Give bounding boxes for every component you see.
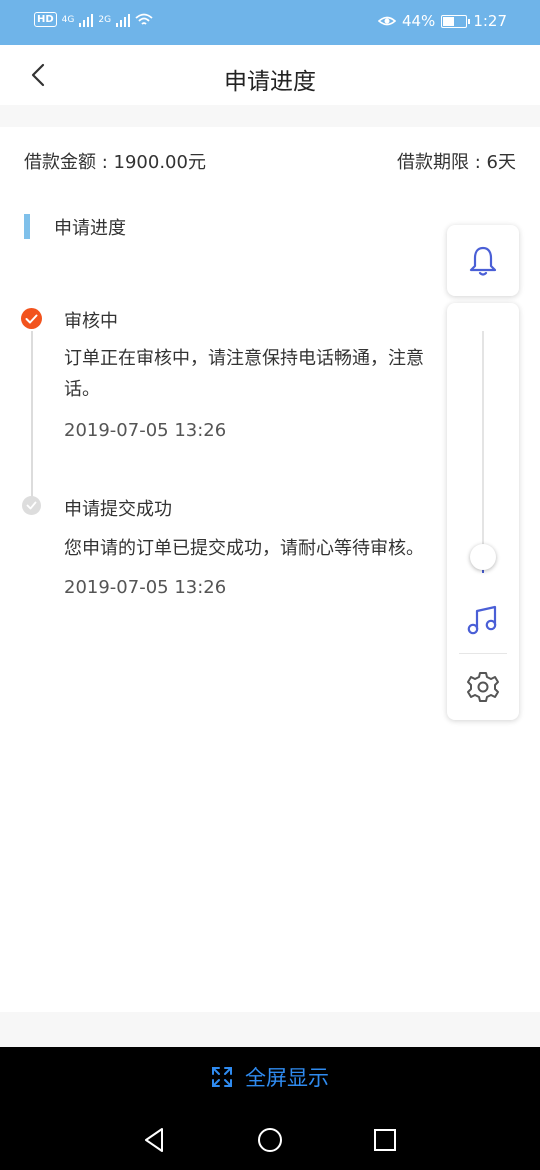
loan-amount: 借款金额 : 1900.00元 [24, 152, 206, 173]
network-indicators: HD 4G 2G [34, 12, 153, 27]
floating-control-panel [447, 303, 519, 720]
recents-square-icon [374, 1129, 396, 1151]
notification-button[interactable] [447, 225, 519, 296]
music-note-icon [467, 605, 497, 635]
settings-button[interactable] [463, 669, 503, 705]
volume-slider-handle[interactable] [470, 544, 496, 570]
loan-info-row: 借款金额 : 1900.00元 借款期限 : 6天 [24, 148, 516, 174]
section-header: 申请进度 [24, 214, 126, 239]
fullscreen-label: 全屏显示 [245, 1066, 329, 1090]
battery-icon [441, 14, 471, 28]
system-home-button[interactable] [255, 1125, 285, 1155]
signal-bars-icon [116, 13, 131, 27]
panel-divider [459, 653, 507, 654]
content-footer [0, 1012, 540, 1047]
system-back-button[interactable] [140, 1125, 170, 1155]
timeline-connector [31, 331, 33, 507]
checkmark-icon [21, 308, 42, 329]
loan-term: 借款期限 : 6天 [397, 152, 516, 173]
expand-icon [212, 1067, 232, 1087]
clock: 1:27 [473, 12, 507, 30]
section-title: 申请进度 [54, 217, 126, 239]
timeline-timestamp: 2019-07-05 13:26 [64, 420, 227, 441]
bell-icon [469, 246, 497, 276]
system-recents-button[interactable] [370, 1125, 400, 1155]
gear-icon [467, 672, 499, 702]
signal-bars-icon [79, 13, 94, 27]
battery-percent: 44% [401, 12, 436, 30]
checkmark-icon [22, 496, 41, 515]
status-right: 44% 1:27 [377, 12, 507, 30]
status-bar: HD 4G 2G 44% 1:27 [0, 0, 540, 45]
volume-slider-track[interactable] [482, 331, 484, 571]
network-4g-label: 4G [61, 14, 75, 25]
timeline-title: 审核中 [64, 311, 118, 332]
music-button[interactable] [463, 603, 503, 639]
page-title: 申请进度 [224, 69, 316, 95]
battery-fill [443, 16, 454, 26]
hd-badge: HD [34, 12, 57, 27]
nav-bar: 申请进度 [0, 45, 540, 105]
timeline-title: 申请提交成功 [64, 499, 172, 520]
wifi-icon [135, 13, 153, 25]
back-triangle-icon [145, 1128, 163, 1152]
timeline-timestamp: 2019-07-05 13:26 [64, 577, 227, 598]
system-navigation-bar [0, 1107, 540, 1170]
network-2g-label: 2G [98, 14, 112, 25]
header-divider [0, 105, 540, 127]
section-accent-bar [24, 214, 30, 239]
app-screen: HD 4G 2G 44% 1:27 申请进度 借款金额: 1900.00元 借… [0, 0, 540, 1170]
eye-comfort-icon [377, 16, 396, 26]
fullscreen-button[interactable]: 全屏显示 [0, 1047, 540, 1107]
home-circle-icon [258, 1128, 282, 1152]
